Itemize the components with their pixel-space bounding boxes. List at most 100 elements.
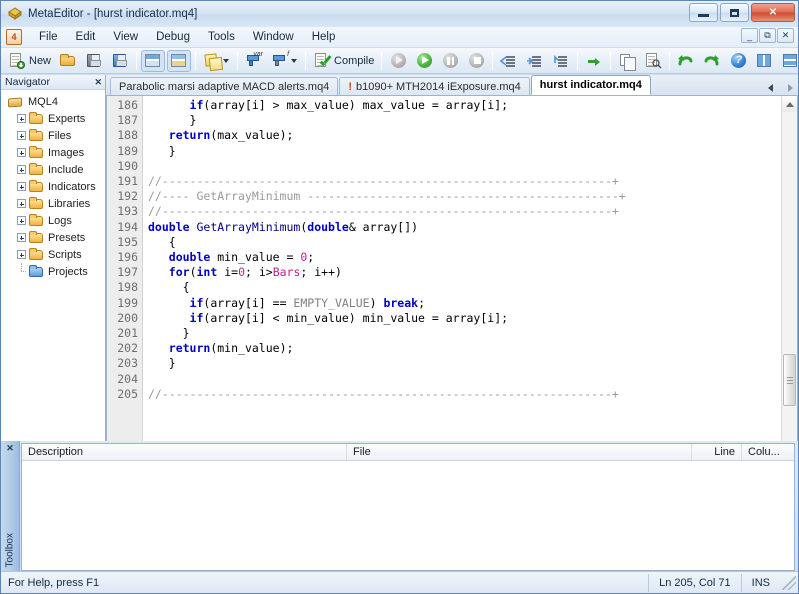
expand-icon[interactable]	[17, 199, 26, 208]
code-line[interactable]: for(int i=0; i>Bars; i++)	[148, 265, 781, 280]
go-to-cursor-button[interactable]	[582, 50, 606, 72]
tree-item-include[interactable]: Include	[5, 161, 105, 178]
properties-button[interactable]	[200, 50, 233, 72]
navigator-toggle-button[interactable]	[141, 50, 165, 72]
resize-grip-icon[interactable]	[782, 576, 796, 590]
tree-item-libraries[interactable]: Libraries	[5, 195, 105, 212]
menu-tools[interactable]: Tools	[199, 29, 244, 45]
code-line[interactable]: }	[148, 356, 781, 371]
code-line[interactable]: {	[148, 280, 781, 295]
chevron-down-icon[interactable]	[223, 59, 229, 63]
tree-item-indicators[interactable]: Indicators	[5, 178, 105, 195]
stop-icon	[467, 52, 485, 69]
line-number: 204	[107, 372, 142, 387]
code-line[interactable]: return(max_value);	[148, 128, 781, 143]
mdi-restore-button[interactable]: ⧉	[759, 28, 776, 43]
expand-icon[interactable]	[17, 233, 26, 242]
step-out-icon	[552, 52, 570, 69]
column-header-line[interactable]: Line	[692, 444, 742, 460]
code-line[interactable]	[148, 372, 781, 387]
compile-button[interactable]: Compile	[310, 50, 377, 72]
expand-icon[interactable]	[17, 250, 26, 259]
tree-item-presets[interactable]: Presets	[5, 229, 105, 246]
expand-icon[interactable]	[17, 165, 26, 174]
step-into-button[interactable]	[497, 50, 521, 72]
tab-scroll-left-icon[interactable]	[766, 80, 778, 94]
code-line[interactable]: //--------------------------------------…	[148, 387, 781, 402]
tree-item-files[interactable]: Files	[5, 127, 105, 144]
code-line[interactable]: if(array[i] > max_value) max_value = arr…	[148, 98, 781, 113]
toolbox-close-icon[interactable]: ✕	[6, 443, 14, 454]
editor-tab-label: Parabolic marsi adaptive MACD alerts.mq4	[119, 81, 329, 93]
start-button[interactable]	[412, 50, 436, 72]
tab-scroll-right-icon[interactable]	[784, 80, 796, 94]
tree-item-experts[interactable]: Experts	[5, 110, 105, 127]
redo-button[interactable]	[700, 50, 724, 72]
vertical-scroll-thumb[interactable]	[783, 354, 796, 406]
scroll-up-button[interactable]	[782, 96, 797, 112]
pause-button[interactable]	[438, 50, 462, 72]
expand-icon[interactable]	[17, 131, 26, 140]
code-line[interactable]: double GetArrayMinimum(double& array[])	[148, 220, 781, 235]
tree-item-scripts[interactable]: Scripts	[5, 246, 105, 263]
status-insert-mode: INS	[741, 574, 780, 592]
variables-button[interactable]: var	[242, 50, 266, 72]
tile-horizontal-button[interactable]	[778, 50, 798, 72]
save-button[interactable]	[82, 50, 106, 72]
copy-button[interactable]	[615, 50, 639, 72]
close-button[interactable]: ✕	[751, 3, 795, 22]
chevron-down-icon[interactable]	[291, 59, 297, 63]
column-header-column[interactable]: Colu...	[742, 444, 794, 460]
code-line[interactable]: double min_value = 0;	[148, 250, 781, 265]
mdi-close-button[interactable]: ✕	[777, 28, 794, 43]
stop-button[interactable]	[464, 50, 488, 72]
column-header-description[interactable]: Description	[22, 444, 347, 460]
expand-icon[interactable]	[17, 182, 26, 191]
menu-window[interactable]: Window	[244, 29, 303, 45]
open-button[interactable]	[56, 50, 80, 72]
minimize-button[interactable]	[689, 3, 718, 22]
expand-icon[interactable]	[17, 114, 26, 123]
code-line[interactable]: if(array[i] < min_value) min_value = arr…	[148, 311, 781, 326]
tile-vertical-button[interactable]	[752, 50, 776, 72]
toolbox-rows[interactable]	[22, 461, 794, 570]
code-line[interactable]	[148, 159, 781, 174]
code-line[interactable]: {	[148, 235, 781, 250]
undo-button[interactable]	[674, 50, 698, 72]
expand-icon[interactable]	[17, 216, 26, 225]
toolbox-toggle-button[interactable]	[167, 50, 191, 72]
restart-button[interactable]	[386, 50, 410, 72]
expand-icon[interactable]	[17, 148, 26, 157]
menu-debug[interactable]: Debug	[147, 29, 199, 45]
code-line[interactable]: //---- GetArrayMinimum -----------------…	[148, 189, 781, 204]
mdi-minimize-button[interactable]: _	[741, 28, 758, 43]
tree-item-projects[interactable]: Projects	[5, 263, 105, 280]
preview-button[interactable]	[641, 50, 665, 72]
editor-tab-iexposure[interactable]: ! b1090+ MTH2014 iExposure.mq4	[339, 77, 529, 95]
editor-tab-parabolic[interactable]: Parabolic marsi adaptive MACD alerts.mq4	[110, 77, 338, 95]
code-line[interactable]: }	[148, 113, 781, 128]
code-line[interactable]: }	[148, 144, 781, 159]
functions-button[interactable]: f	[268, 50, 301, 72]
code-line[interactable]: //--------------------------------------…	[148, 204, 781, 219]
help-button[interactable]: ?	[726, 50, 750, 72]
menu-file[interactable]: File	[30, 29, 67, 45]
editor-tab-hurst[interactable]: hurst indicator.mq4	[531, 75, 651, 95]
code-line[interactable]: if(array[i] == EMPTY_VALUE) break;	[148, 296, 781, 311]
code-line[interactable]: }	[148, 326, 781, 341]
menu-view[interactable]: View	[104, 29, 147, 45]
tree-item-logs[interactable]: Logs	[5, 212, 105, 229]
tree-item-images[interactable]: Images	[5, 144, 105, 161]
step-out-button[interactable]	[549, 50, 573, 72]
menu-edit[interactable]: Edit	[67, 29, 105, 45]
column-header-file[interactable]: File	[347, 444, 692, 460]
code-line[interactable]: //--------------------------------------…	[148, 174, 781, 189]
code-line[interactable]: return(min_value);	[148, 341, 781, 356]
navigator-close-icon[interactable]: ✕	[94, 77, 102, 88]
step-over-button[interactable]	[523, 50, 547, 72]
menu-help[interactable]: Help	[303, 29, 345, 45]
maximize-button[interactable]	[720, 3, 749, 22]
save-all-button[interactable]	[108, 50, 132, 72]
tree-root-mql4[interactable]: MQL4	[5, 93, 105, 110]
new-button[interactable]: New	[5, 50, 54, 72]
